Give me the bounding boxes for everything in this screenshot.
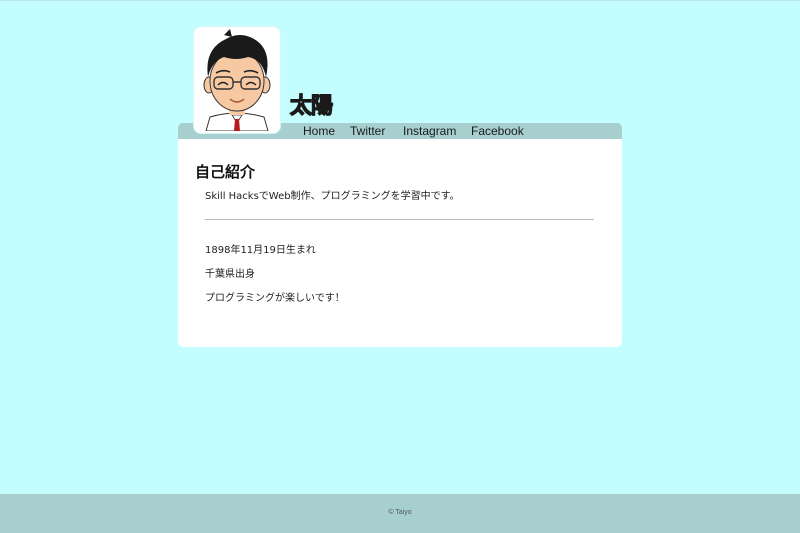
site-title: 太陽 [289,93,333,119]
fact-hobby: プログラミングが楽しいです！ [205,293,345,304]
nav-facebook-link[interactable]: Facebook [471,123,524,139]
avatar [194,27,280,133]
nav-instagram-link[interactable]: Instagram [403,123,456,139]
nav-home-link[interactable]: Home [303,123,335,139]
nav-twitter-link[interactable]: Twitter [350,123,385,139]
divider [205,219,594,220]
fact-birthday: 1898年11月19日生まれ [205,245,316,256]
intro-text: Skill HacksでWeb制作、プログラミングを学習中です。 [205,191,460,202]
top-border [0,0,800,1]
avatar-illustration [203,29,271,131]
section-title: 自己紹介 [195,163,256,181]
footer: © Taiyo [0,494,800,533]
fact-hometown: 千葉県出身 [205,269,255,280]
copyright-text: © Taiyo [388,509,412,516]
profile-card: Home Twitter Instagram Facebook 自己紹介 Ski… [178,123,622,347]
